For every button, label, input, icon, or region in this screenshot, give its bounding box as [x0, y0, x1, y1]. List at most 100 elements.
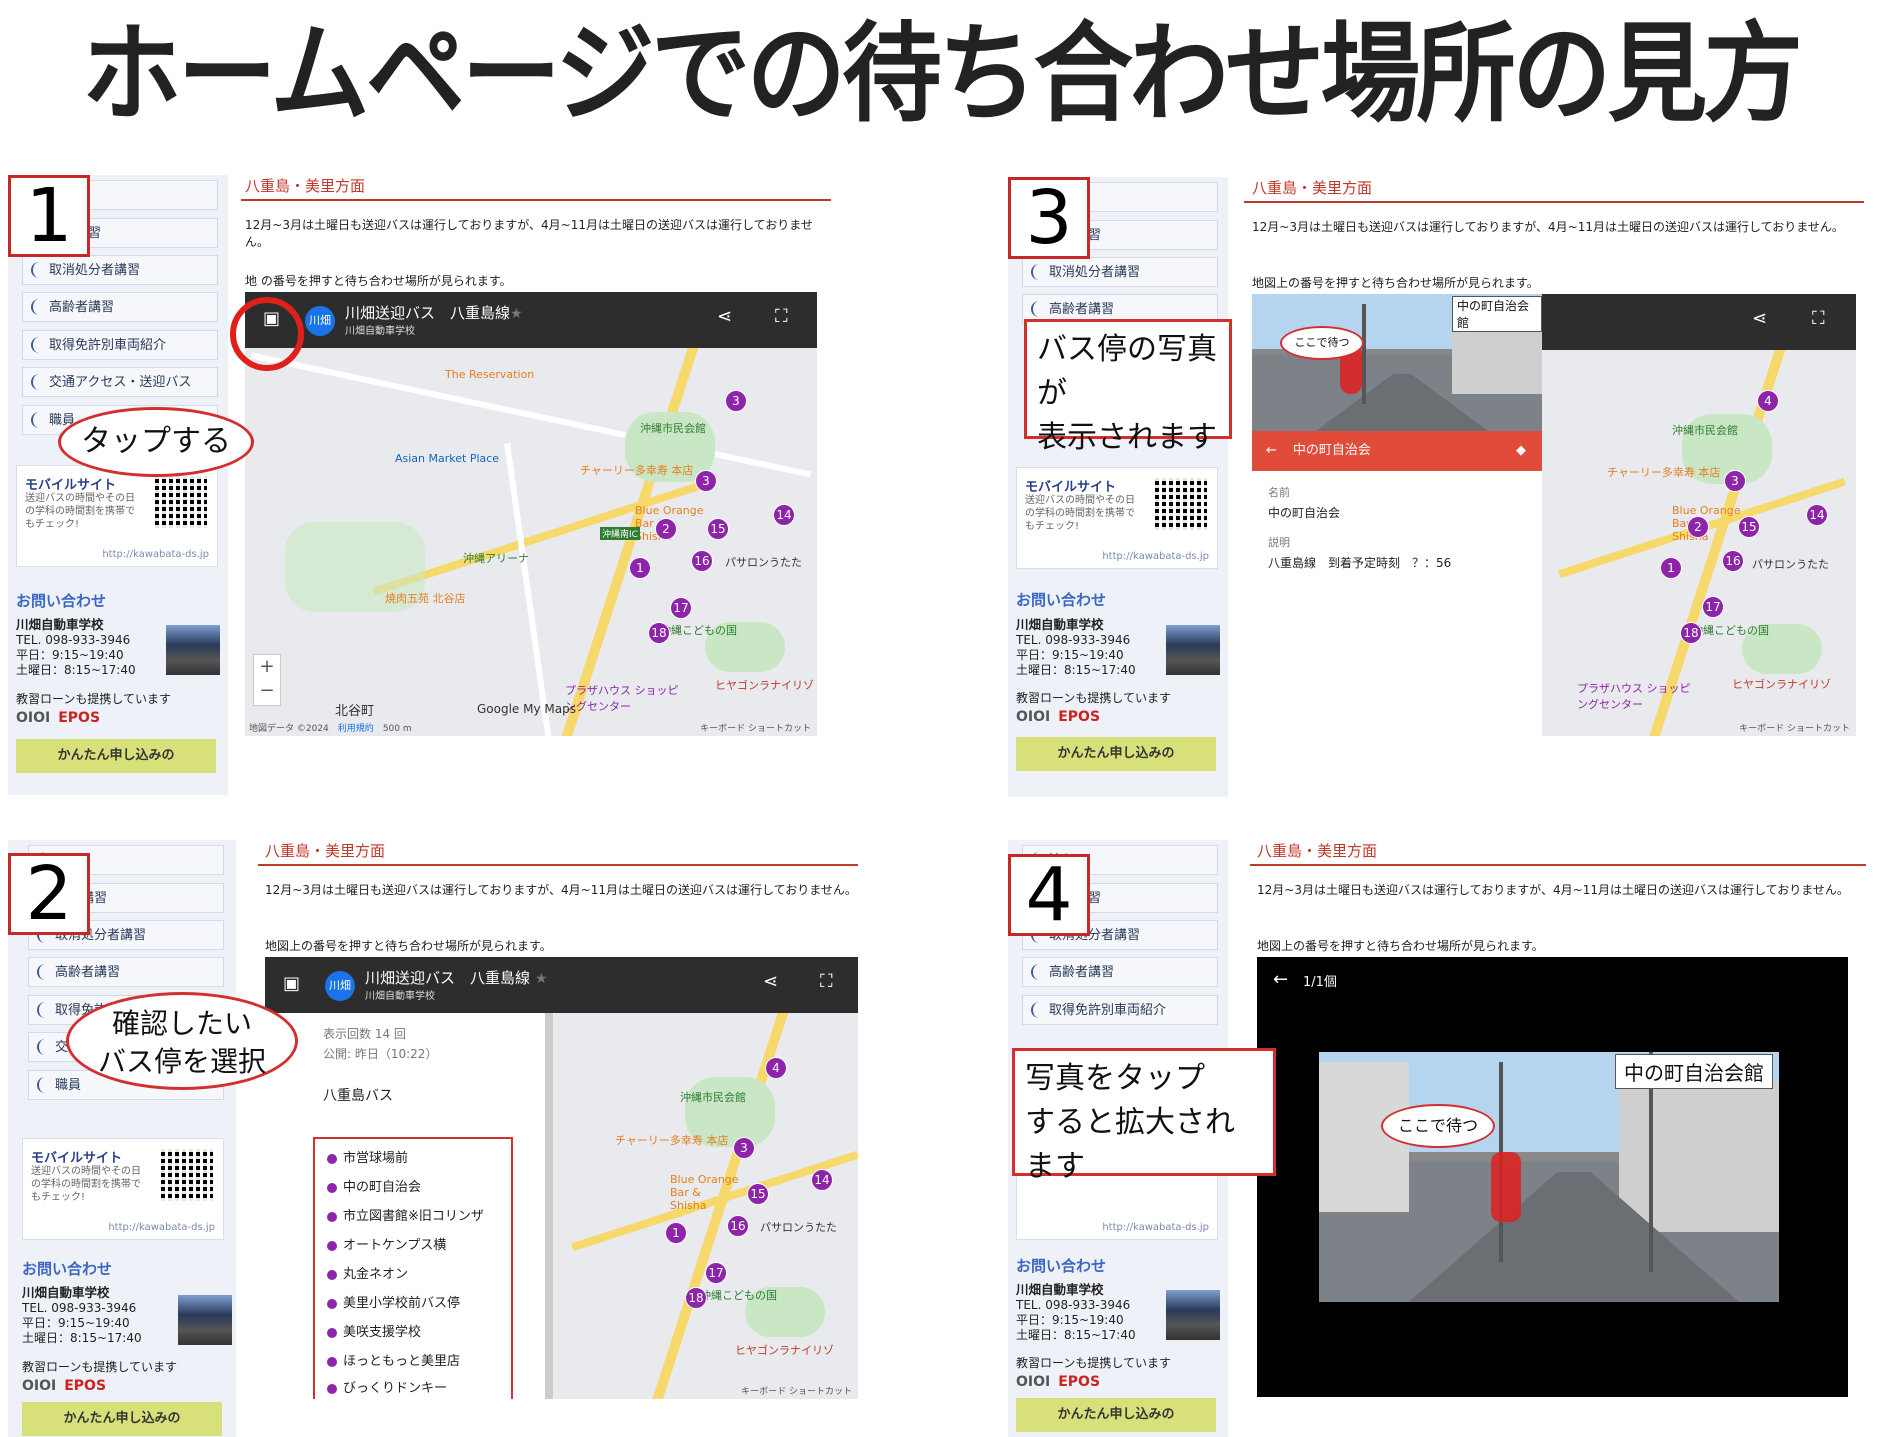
poi-hiyagon[interactable]: ヒヤゴンラナイリゾ	[735, 1342, 834, 1358]
bus-stop-pin-18[interactable]: 18	[648, 622, 670, 644]
bus-stop-pin-3[interactable]: 3	[695, 470, 717, 492]
fullscreen-icon[interactable]: ⛶	[775, 306, 788, 327]
mobile-site-url[interactable]: http://kawabata-ds.jp	[108, 1222, 215, 1233]
bus-stop-pin-15[interactable]: 15	[1738, 516, 1760, 538]
poi-charlie[interactable]: チャーリー多幸寿 本店	[1607, 464, 1720, 480]
poi-okinawa-hall[interactable]: 沖縄市民会館	[680, 1089, 746, 1105]
bus-stop-pin-3[interactable]: 3	[733, 1137, 755, 1159]
poi-usaron[interactable]: パサロンうたた	[760, 1219, 837, 1235]
bus-stop-pin-18[interactable]: 18	[1680, 622, 1702, 644]
mobile-site-box[interactable]: モバイルサイト 送迎バスの時間やその日の学科の時間割を携帯でもチェック! htt…	[22, 1138, 224, 1240]
bus-stop-pin-14[interactable]: 14	[811, 1169, 833, 1191]
poi-usaron[interactable]: パサロンうたた	[1752, 556, 1829, 572]
poi-kodomo[interactable]: 沖縄こどもの国	[700, 1287, 777, 1303]
poi-kodomo[interactable]: 沖縄こどもの国	[660, 622, 737, 638]
embedded-map[interactable]: ▣ 川畑 川畑送迎バス 八重島線 川畑自動車学校 ★ ⋖ ⛶ The Reser…	[245, 292, 817, 736]
bus-stop-pin-14[interactable]: 14	[1806, 504, 1828, 526]
bus-stop-pin-17[interactable]: 17	[705, 1262, 727, 1284]
embedded-map[interactable]: ▣ 川畑 川畑送迎バス 八重島線 川畑自動車学校 ★ ⋖ ⛶ 沖縄市民会館 チャ…	[265, 957, 858, 1399]
bus-stop-pin-15[interactable]: 15	[747, 1183, 769, 1205]
poi-kodomo[interactable]: 沖縄こどもの国	[1692, 622, 1769, 638]
poi-blue-orange[interactable]: Blue Orange Bar & Shisha	[670, 1173, 740, 1212]
sidebar-item-access[interactable]: 交通アクセス・送迎バス	[22, 367, 218, 397]
embedded-map[interactable]: ⋖ ⛶ 沖縄市民会館 チャーリー多幸寿 本店 Blue Orange Bar &…	[1252, 294, 1856, 736]
sidebar-item-revocation[interactable]: 取消処分者講習	[22, 255, 218, 285]
poi-okinawa-hall[interactable]: 沖縄市民会館	[640, 420, 706, 436]
bus-stop-pin-1[interactable]: 1	[629, 557, 651, 579]
poi-charlie[interactable]: チャーリー多幸寿 本店	[615, 1132, 728, 1148]
share-icon[interactable]: ⋖	[763, 971, 778, 992]
list-item[interactable]: びっくりドンキー	[327, 1377, 447, 1396]
poi-hiyagon[interactable]: ヒヤゴンラナイリゾ	[715, 677, 814, 693]
bus-stop-pin-16[interactable]: 16	[727, 1215, 749, 1237]
bus-stop-pin-1[interactable]: 1	[665, 1222, 687, 1244]
sidebar-item-vehicles[interactable]: 取得免許別車両紹介	[22, 330, 218, 360]
apply-button[interactable]: かんたん申し込みの	[16, 739, 216, 773]
stop-photo[interactable]: 中の町自治会館 ここで待つ	[1252, 294, 1542, 431]
sidebar-item-elderly[interactable]: 高齢者講習	[22, 292, 218, 322]
list-item[interactable]: 美里小学校前バス停	[327, 1292, 460, 1311]
map-footer-right[interactable]: キーボード ショートカット	[741, 1384, 852, 1397]
bus-stop-pin-15[interactable]: 15	[707, 518, 729, 540]
bus-stop-pin-2[interactable]: 2	[1687, 516, 1709, 538]
mobile-site-box[interactable]: モバイルサイト 送迎バスの時間やその日の学科の時間割を携帯でもチェック! htt…	[1016, 467, 1218, 569]
bus-stop-pin-16[interactable]: 16	[1722, 550, 1744, 572]
share-icon[interactable]: ⋖	[717, 306, 732, 327]
list-item[interactable]: 美咲支援学校	[327, 1321, 421, 1340]
fullscreen-icon[interactable]: ⛶	[1812, 308, 1825, 329]
apply-button[interactable]: かんたん申し込みの	[1016, 737, 1216, 771]
bus-stop-pin-1[interactable]: 1	[1660, 557, 1682, 579]
bus-stop-pin-4[interactable]: 3	[725, 390, 747, 412]
bus-stop-pin-18[interactable]: 18	[685, 1287, 707, 1309]
list-item[interactable]: ほっともっと美里店	[327, 1350, 460, 1369]
scrollbar[interactable]	[545, 1013, 553, 1399]
bus-stop-pin-4[interactable]: 4	[765, 1057, 787, 1079]
apply-button[interactable]: かんたん申し込みの	[1016, 1398, 1216, 1432]
map-footer-right[interactable]: キーボード ショートカット	[1739, 721, 1850, 734]
sidebar-item-elderly[interactable]: 高齢者講習	[1022, 957, 1218, 987]
mobile-site-url[interactable]: http://kawabata-ds.jp	[1102, 551, 1209, 562]
star-icon[interactable]: ★	[535, 971, 548, 987]
back-arrow-icon[interactable]: ←	[1273, 969, 1288, 990]
bus-stop-pin-3[interactable]: 3	[1724, 470, 1746, 492]
sidebar-item-vehicles[interactable]: 取得免許別車両紹介	[1022, 995, 1218, 1025]
mobile-site-url[interactable]: http://kawabata-ds.jp	[102, 549, 209, 560]
map-footer-right[interactable]: キーボード ショートカット	[700, 721, 811, 734]
bus-stop-pin-16[interactable]: 16	[691, 550, 713, 572]
bus-stop-pin-17[interactable]: 17	[670, 597, 692, 619]
poi-plaza[interactable]: プラザハウス ショッピングセンター	[1577, 680, 1697, 712]
poi-yakiniku[interactable]: 焼肉五苑 北谷店	[385, 590, 466, 606]
zoom-controls[interactable]: + −	[253, 654, 281, 706]
poi-reservation[interactable]: The Reservation	[445, 368, 534, 381]
bus-stop-pin-14[interactable]: 14	[773, 504, 795, 526]
list-item[interactable]: オートケンプス横	[327, 1234, 446, 1253]
photo-viewer[interactable]: ← 1/1個 中の町自治会館 ここで待つ	[1257, 957, 1848, 1397]
star-icon[interactable]: ★	[510, 306, 523, 322]
bus-stop-pin-17[interactable]: 17	[1702, 596, 1724, 618]
mobile-site-box[interactable]: モバイルサイト 送迎バスの時間やその日の学科の時間割を携帯でもチェック! htt…	[16, 465, 218, 567]
layer-name[interactable]: 八重島バス	[323, 1085, 393, 1105]
poi-okinawa-arena[interactable]: 沖縄アリーナ	[463, 550, 529, 566]
directions-icon[interactable]: ◆	[1516, 431, 1526, 471]
mobile-site-url[interactable]: http://kawabata-ds.jp	[1102, 1222, 1209, 1233]
list-item[interactable]: 中の町自治会	[327, 1176, 421, 1195]
sidebar-item-elderly[interactable]: 高齢者講習	[28, 957, 224, 987]
poi-hiyagon[interactable]: ヒヤゴンラナイリゾ	[1732, 676, 1831, 692]
poi-okinawa-hall[interactable]: 沖縄市民会館	[1672, 422, 1738, 438]
list-item[interactable]: 市立図書館※旧コリンザ	[327, 1205, 484, 1224]
poi-charlie[interactable]: チャーリー多幸寿 本店	[580, 462, 693, 478]
share-icon[interactable]: ⋖	[1752, 308, 1767, 329]
sidebar-toggle-icon[interactable]: ▣	[283, 973, 300, 994]
list-item[interactable]: 丸金ネオン	[327, 1263, 408, 1282]
poi-plaza[interactable]: プラザハウス ショッピングセンター	[565, 682, 685, 714]
poi-ic[interactable]: 沖縄南IC	[600, 527, 640, 540]
fullscreen-icon[interactable]: ⛶	[820, 971, 833, 992]
apply-button[interactable]: かんたん申し込みの	[22, 1402, 222, 1436]
bus-stop-pin-4[interactable]: 4	[1757, 390, 1779, 412]
enlarged-photo[interactable]: 中の町自治会館 ここで待つ	[1319, 1052, 1779, 1302]
poi-chatan[interactable]: 北谷町	[335, 700, 374, 719]
poi-asian-market[interactable]: Asian Market Place	[395, 452, 499, 465]
bus-stop-pin-2[interactable]: 2	[655, 518, 677, 540]
poi-usaron[interactable]: パサロンうたた	[725, 554, 802, 570]
sidebar-item-revocation[interactable]: 取消処分者講習	[1022, 257, 1218, 287]
